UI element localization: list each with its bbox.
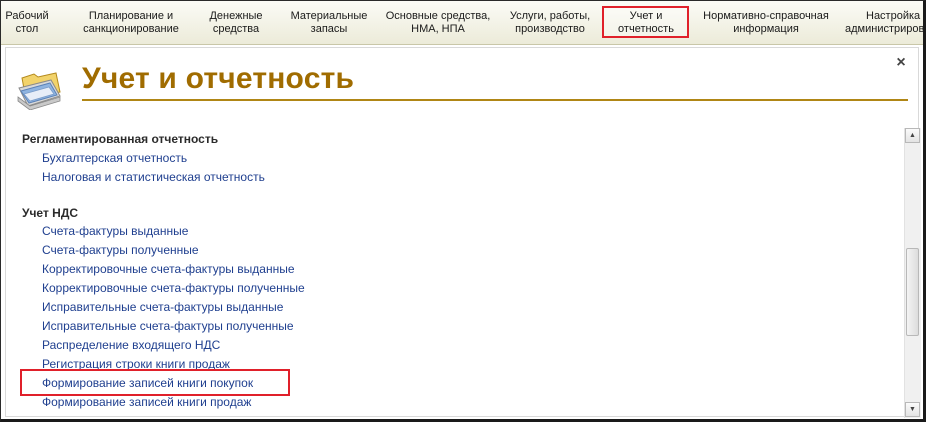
nav-item-label: Основные средства, — [385, 10, 491, 22]
nav-item-label: стол — [15, 23, 39, 35]
link-invoices-issued[interactable]: Счета-фактуры выданные — [42, 224, 188, 238]
nav-item-label: Денежные — [209, 10, 263, 22]
nav-item-inventory[interactable]: Материальные запасы — [288, 10, 370, 38]
title-underline — [82, 99, 908, 101]
nav-item-cash[interactable]: Денежные средства — [204, 10, 268, 38]
nav-item-label: Услуги, работы, — [509, 10, 591, 22]
folder-documents-icon — [17, 72, 61, 110]
nav-item-label: администриров — [845, 23, 923, 35]
nav-item-reference[interactable]: Нормативно-справочная информация — [700, 10, 832, 38]
nav-item-label: отчетность — [618, 23, 674, 35]
nav-item-accounting[interactable]: Учет и отчетность — [610, 10, 682, 38]
nav-item-label: НМА, НПА — [411, 23, 465, 35]
link-corrective-invoices-received[interactable]: Корректировочные счета-фактуры полученны… — [42, 281, 305, 295]
scroll-down-button[interactable]: ▼ — [905, 402, 920, 417]
nav-item-label: санкционирование — [83, 23, 179, 35]
nav-item-services[interactable]: Услуги, работы, производство — [504, 10, 596, 38]
link-accounting-reports[interactable]: Бухгалтерская отчетность — [42, 151, 187, 165]
nav-item-admin[interactable]: Настройка и администриров — [845, 10, 923, 38]
nav-item-label: Учет и — [629, 10, 663, 22]
nav-item-planning[interactable]: Планирование и санкционирование — [79, 10, 183, 38]
nav-item-label: информация — [733, 23, 799, 35]
page-title: Учет и отчетность — [82, 62, 355, 95]
app-window: Рабочий стол Планирование и санкциониров… — [0, 0, 926, 422]
vertical-scrollbar[interactable]: ▲ ▼ — [904, 128, 921, 418]
link-purchase-book-entries[interactable]: Формирование записей книги покупок — [42, 376, 253, 390]
link-input-vat-distribution[interactable]: Распределение входящего НДС — [42, 338, 220, 352]
scroll-thumb[interactable] — [906, 248, 919, 336]
link-sales-book-entries[interactable]: Формирование записей книги продаж — [42, 395, 251, 409]
link-corrective-invoices-issued[interactable]: Корректировочные счета-фактуры выданные — [42, 262, 295, 276]
nav-item-desktop[interactable]: Рабочий стол — [5, 10, 49, 38]
nav-item-label: Планирование и — [88, 10, 174, 22]
link-correction-invoices-received[interactable]: Исправительные счета-фактуры полученные — [42, 319, 294, 333]
link-correction-invoices-issued[interactable]: Исправительные счета-фактуры выданные — [42, 300, 283, 314]
nav-item-label: Рабочий — [5, 10, 49, 22]
group-title-regulated-reporting: Регламентированная отчетность — [22, 132, 219, 146]
nav-item-fixed-assets[interactable]: Основные средства, НМА, НПА — [382, 10, 494, 38]
scroll-up-button[interactable]: ▲ — [905, 128, 920, 143]
group-title-vat: Учет НДС — [22, 206, 79, 220]
nav-item-label: средства — [212, 23, 260, 35]
nav-item-label: производство — [515, 23, 585, 35]
link-tax-statistical-reports[interactable]: Налоговая и статистическая отчетность — [42, 170, 265, 184]
nav-item-label: Нормативно-справочная — [703, 10, 829, 22]
link-invoices-received[interactable]: Счета-фактуры полученные — [42, 243, 199, 257]
nav-item-label: запасы — [310, 23, 348, 35]
close-icon[interactable]: × — [894, 55, 908, 71]
section-panel: Учет и отчетность × ▲ ▼ Регламентированн… — [5, 47, 921, 418]
top-navigation: Рабочий стол Планирование и санкциониров… — [1, 1, 923, 45]
nav-item-label: Материальные — [290, 10, 368, 22]
nav-item-label: Настройка и — [866, 10, 923, 22]
